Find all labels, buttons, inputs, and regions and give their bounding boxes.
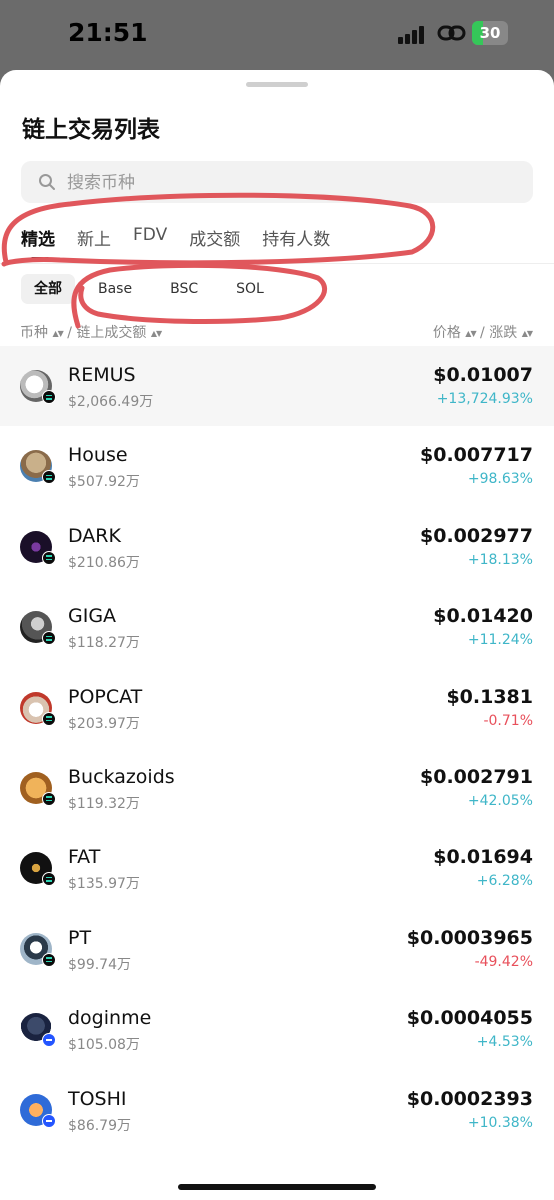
token-row[interactable]: PT $99.74万 $0.0003965 -49.42% <box>0 909 554 989</box>
sort-arrows-icon[interactable]: ▲▼ <box>465 329 476 338</box>
token-price: $0.1381 <box>446 685 533 708</box>
token-row[interactable]: GIGA $118.27万 $0.01420 +11.24% <box>0 587 554 667</box>
sort-arrows-icon[interactable]: ▲▼ <box>52 329 63 338</box>
token-volume: $203.97万 <box>68 715 140 732</box>
search-icon <box>39 174 55 190</box>
token-price: $0.01694 <box>433 846 533 869</box>
token-change: +98.63% <box>467 471 533 488</box>
token-volume: $119.32万 <box>68 795 140 812</box>
tab-holders[interactable]: 持有人数 <box>262 225 330 255</box>
bottom-sheet: 链上交易列表 精选 新上 FDV 成交额 持有人数 全部 Base BSC SO… <box>0 70 554 1200</box>
solana-chain-icon <box>42 711 56 726</box>
sheet-grabber[interactable] <box>246 82 308 87</box>
chip-sol[interactable]: SOL <box>221 274 279 304</box>
token-row[interactable]: DARK $210.86万 $0.002977 +18.13% <box>0 507 554 587</box>
token-row[interactable]: TOSHI $86.79万 $0.0002393 +10.38% <box>0 1070 554 1150</box>
token-volume: $210.86万 <box>68 554 140 571</box>
token-change: +4.53% <box>476 1034 533 1051</box>
solana-chain-icon <box>42 390 56 404</box>
token-row[interactable]: doginme $105.08万 $0.0004055 +4.53% <box>0 989 554 1069</box>
sheet-title: 链上交易列表 <box>22 117 160 143</box>
battery-level: 30 <box>479 24 501 42</box>
token-name: Buckazoids <box>68 765 175 788</box>
token-price: $0.007717 <box>420 444 533 467</box>
token-name: REMUS <box>68 364 136 386</box>
token-volume: $118.27万 <box>68 635 140 652</box>
tab-featured[interactable]: 精选 <box>21 225 55 255</box>
chain-filter-chips: 全部 Base BSC SOL <box>21 274 287 304</box>
token-name: FAT <box>68 846 101 869</box>
search-input[interactable] <box>65 161 519 205</box>
token-change: +18.13% <box>467 551 533 568</box>
solana-chain-icon <box>42 470 56 485</box>
token-change: +11.24% <box>467 632 533 649</box>
token-name: GIGA <box>68 605 117 628</box>
cellular-signal-icon <box>398 24 428 44</box>
base-chain-icon <box>42 1113 56 1128</box>
battery-icon: 30 <box>472 21 508 45</box>
token-volume: $99.74万 <box>68 956 131 973</box>
solana-chain-icon <box>42 631 56 646</box>
sort-by-change[interactable]: 涨跌 <box>489 325 517 341</box>
token-row[interactable]: POPCAT $203.97万 $0.1381 -0.71% <box>0 668 554 748</box>
solana-chain-icon <box>42 791 56 806</box>
tabs-divider <box>0 263 554 264</box>
token-list: REMUS $2,066.49万 $0.01007 +13,724.93% House $… <box>0 346 554 1150</box>
base-chain-icon <box>42 1033 56 1048</box>
status-time: 21:51 <box>68 18 148 47</box>
token-volume: $507.92万 <box>68 474 140 491</box>
home-indicator[interactable] <box>178 1184 376 1190</box>
token-price: $0.0002393 <box>406 1087 533 1110</box>
token-row[interactable]: House $507.92万 $0.007717 +98.63% <box>0 426 554 506</box>
token-row[interactable]: Buckazoids $119.32万 $0.002791 +42.05% <box>0 748 554 828</box>
column-header-left: 币种 ▲▼ / 链上成交额 ▲▼ <box>20 325 162 341</box>
token-name: PT <box>68 926 92 949</box>
sort-arrows-icon[interactable]: ▲▼ <box>151 329 162 338</box>
sort-by-token[interactable]: 币种 <box>20 325 48 341</box>
token-change: +10.38% <box>467 1114 533 1131</box>
token-row[interactable]: FAT $135.97万 $0.01694 +6.28% <box>0 828 554 908</box>
tab-new[interactable]: 新上 <box>77 225 111 255</box>
token-change: +42.05% <box>467 792 533 809</box>
token-price: $0.002791 <box>420 765 533 788</box>
status-bar: 21:51 30 <box>0 0 554 70</box>
tab-volume[interactable]: 成交额 <box>189 225 240 255</box>
token-price: $0.0004055 <box>406 1007 533 1030</box>
solana-chain-icon <box>42 952 56 967</box>
search-bar[interactable] <box>21 161 533 205</box>
token-change: +6.28% <box>476 873 533 890</box>
token-volume: $135.97万 <box>68 876 140 893</box>
token-name: TOSHI <box>68 1087 127 1110</box>
token-change: -49.42% <box>474 953 533 970</box>
solana-chain-icon <box>42 550 56 565</box>
token-name: doginme <box>68 1007 152 1030</box>
token-change: -0.71% <box>483 712 533 729</box>
token-name: House <box>68 444 128 467</box>
token-price: $0.002977 <box>420 524 533 547</box>
category-tabs: 精选 新上 FDV 成交额 持有人数 <box>21 225 352 255</box>
token-price: $0.01007 <box>433 364 533 386</box>
active-tab-indicator <box>31 257 49 260</box>
column-header-right: 价格 ▲▼ / 涨跌 ▲▼ <box>432 325 533 341</box>
sort-by-volume[interactable]: 链上成交额 <box>76 325 146 341</box>
token-price: $0.0003965 <box>406 926 533 949</box>
token-volume: $105.08万 <box>68 1037 140 1054</box>
token-volume: $2,066.49万 <box>68 394 154 410</box>
link-icon <box>437 25 466 41</box>
chip-all[interactable]: 全部 <box>21 274 75 304</box>
tab-fdv[interactable]: FDV <box>133 225 167 255</box>
solana-chain-icon <box>42 872 56 887</box>
token-row[interactable]: REMUS $2,066.49万 $0.01007 +13,724.93% <box>0 346 554 427</box>
token-name: POPCAT <box>68 685 143 708</box>
chip-base[interactable]: Base <box>83 274 147 304</box>
sort-by-price[interactable]: 价格 <box>433 325 461 341</box>
token-price: $0.01420 <box>433 605 533 628</box>
chip-bsc[interactable]: BSC <box>155 274 213 304</box>
token-name: DARK <box>68 524 121 547</box>
token-volume: $86.79万 <box>68 1117 131 1134</box>
sort-arrows-icon[interactable]: ▲▼ <box>522 329 533 338</box>
token-change: +13,724.93% <box>436 391 533 407</box>
